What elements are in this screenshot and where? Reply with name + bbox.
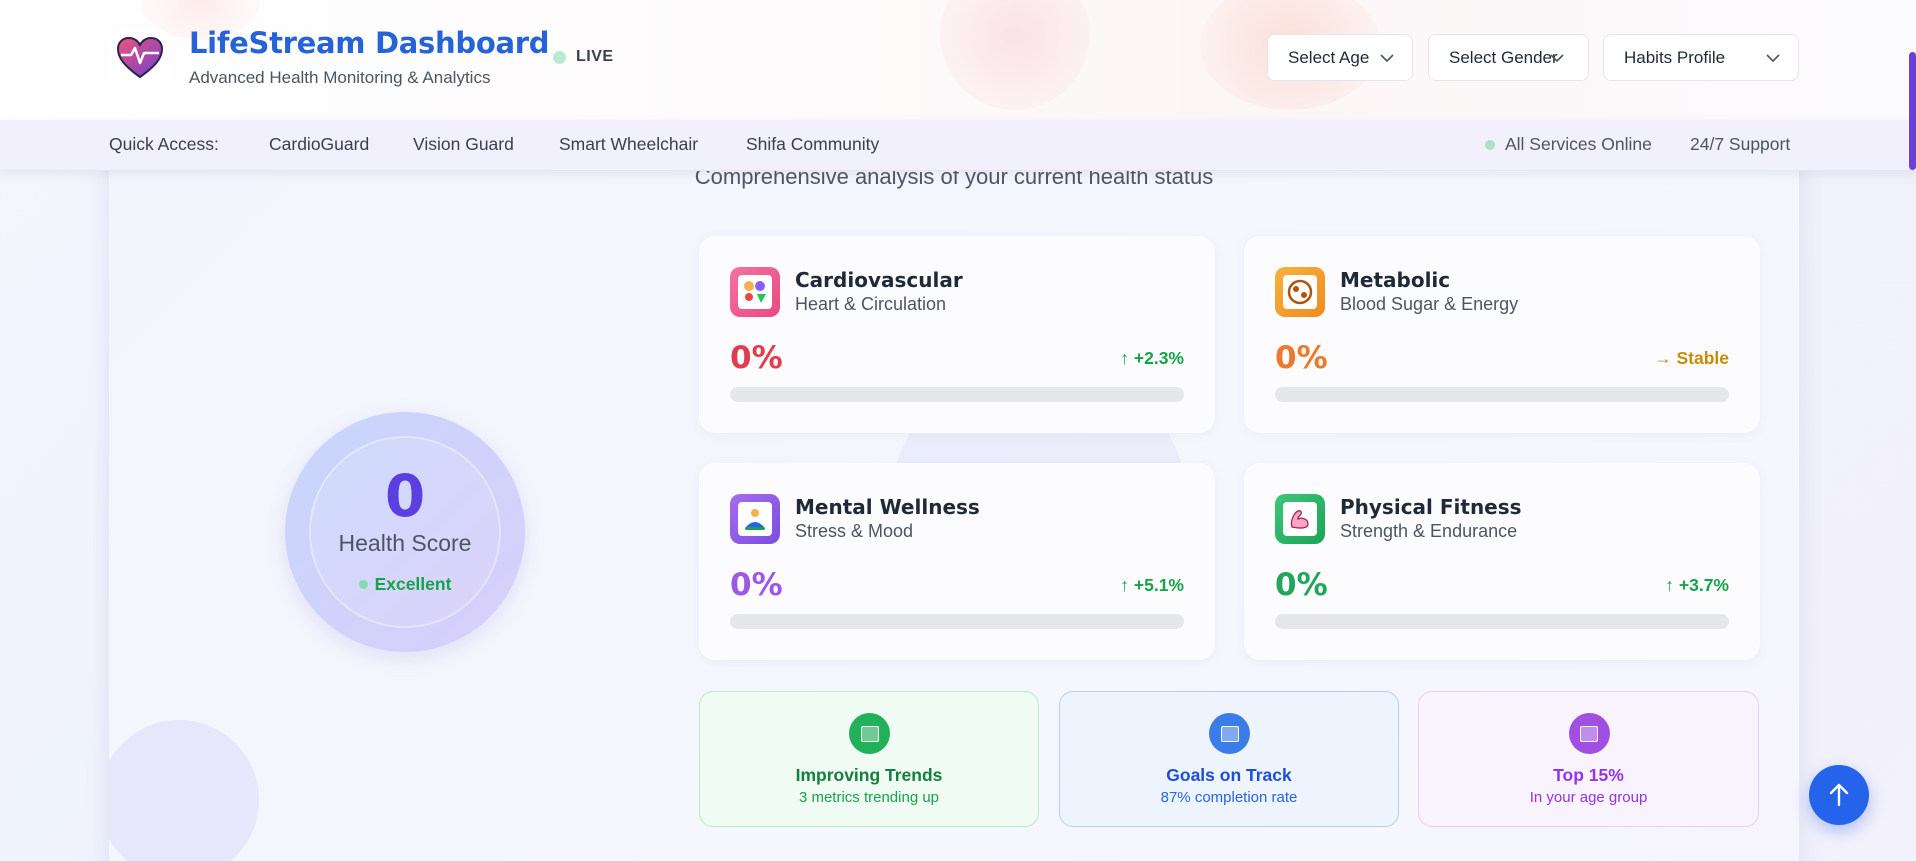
health-score-status: Excellent bbox=[285, 574, 525, 595]
quick-link-shifa-community[interactable]: Shifa Community bbox=[746, 134, 879, 155]
page-scrollbar[interactable] bbox=[1909, 0, 1916, 861]
summary-card-goals-on-track[interactable]: Goals on Track 87% completion rate bbox=[1059, 691, 1399, 827]
scrollbar-thumb[interactable] bbox=[1909, 52, 1916, 170]
metric-trend: → Stable bbox=[1654, 348, 1729, 368]
summary-title: Top 15% bbox=[1553, 765, 1624, 785]
live-indicator: LIVE bbox=[553, 48, 614, 66]
services-status-label: All Services Online bbox=[1505, 134, 1652, 154]
metric-percent: 0% bbox=[1275, 340, 1328, 376]
chevron-down-icon bbox=[1766, 50, 1780, 66]
quick-link-smart-wheelchair[interactable]: Smart Wheelchair bbox=[559, 134, 698, 155]
heart-logo-icon[interactable] bbox=[110, 30, 170, 86]
summary-subtitle: In your age group bbox=[1529, 789, 1648, 806]
metric-trend: ↑ +3.7% bbox=[1665, 575, 1729, 595]
metric-percent: 0% bbox=[730, 567, 783, 603]
background-decoration bbox=[109, 720, 259, 861]
metric-progress-bar bbox=[1275, 387, 1729, 402]
metabolism-icon bbox=[1275, 267, 1325, 317]
metric-percent: 0% bbox=[730, 340, 783, 376]
support-link[interactable]: 24/7 Support bbox=[1690, 134, 1790, 155]
status-dot-icon bbox=[358, 580, 368, 589]
quick-access-bar: Quick Access: CardioGuard Vision Guard S… bbox=[0, 120, 1916, 171]
metric-subtitle: Heart & Circulation bbox=[795, 294, 947, 314]
app-subtitle: Advanced Health Monitoring & Analytics bbox=[189, 68, 491, 87]
metric-card-mental-wellness[interactable]: Mental Wellness Stress & Mood 0% ↑ +5.1% bbox=[699, 463, 1215, 660]
arrow-up-icon bbox=[1829, 783, 1849, 807]
metric-progress-bar bbox=[730, 614, 1184, 629]
metric-percent: 0% bbox=[1275, 567, 1328, 603]
status-dot-icon bbox=[1485, 139, 1495, 150]
metric-card-cardiovascular[interactable]: Cardiovascular Heart & Circulation 0% ↑ … bbox=[699, 236, 1215, 433]
app-header: LifeStream Dashboard Advanced Health Mon… bbox=[0, 0, 1916, 120]
health-score-label: Health Score bbox=[338, 530, 472, 556]
muscle-icon bbox=[1275, 494, 1325, 544]
app-title: LifeStream Dashboard bbox=[189, 26, 550, 60]
summary-card-top-percentile[interactable]: Top 15% In your age group bbox=[1418, 691, 1759, 827]
metric-title: Cardiovascular bbox=[795, 268, 963, 292]
summary-title: Goals on Track bbox=[1166, 765, 1292, 785]
trend-up-icon bbox=[849, 713, 890, 754]
metric-progress-bar bbox=[1275, 614, 1729, 629]
metric-subtitle: Stress & Mood bbox=[795, 521, 914, 541]
chevron-down-icon bbox=[1380, 50, 1394, 66]
summary-card-improving-trends[interactable]: Improving Trends 3 metrics trending up bbox=[699, 691, 1039, 827]
health-score-status-label: Excellent bbox=[374, 574, 452, 594]
health-score-value: 0 bbox=[384, 462, 426, 530]
quick-link-cardioguard[interactable]: CardioGuard bbox=[269, 134, 369, 155]
quick-access-label: Quick Access: bbox=[109, 134, 219, 154]
habits-profile-select[interactable]: Habits Profile bbox=[1603, 34, 1799, 81]
metric-subtitle: Blood Sugar & Energy bbox=[1340, 294, 1519, 314]
summary-title: Improving Trends bbox=[795, 765, 943, 785]
live-label: LIVE bbox=[576, 48, 614, 65]
services-status: All Services Online bbox=[1485, 134, 1652, 155]
age-select[interactable]: Select Age bbox=[1267, 34, 1413, 81]
health-score-circle: 0 Health Score Excellent bbox=[285, 412, 525, 652]
trophy-icon bbox=[1568, 713, 1610, 754]
metric-card-physical-fitness[interactable]: Physical Fitness Strength & Endurance 0%… bbox=[1244, 463, 1760, 660]
habits-select-value: Habits Profile bbox=[1624, 47, 1726, 67]
live-dot-icon bbox=[553, 50, 566, 64]
summary-subtitle: 87% completion rate bbox=[1160, 789, 1298, 806]
quick-link-vision-guard[interactable]: Vision Guard bbox=[413, 134, 514, 155]
heart-icon bbox=[730, 267, 780, 317]
metric-trend: ↑ +5.1% bbox=[1120, 575, 1184, 595]
health-overview-card: Comprehensive analysis of your current h… bbox=[109, 140, 1799, 861]
gender-select[interactable]: Select Gender bbox=[1428, 34, 1589, 81]
metric-trend: ↑ +2.3% bbox=[1120, 348, 1184, 368]
summary-subtitle: 3 metrics trending up bbox=[798, 789, 940, 806]
back-to-top-button[interactable] bbox=[1809, 765, 1869, 825]
metric-subtitle: Strength & Endurance bbox=[1340, 521, 1518, 541]
header-decoration bbox=[940, 0, 1090, 110]
meditation-icon bbox=[730, 494, 780, 544]
metric-card-metabolic[interactable]: Metabolic Blood Sugar & Energy 0% → Stab… bbox=[1244, 236, 1760, 433]
age-select-value: Select Age bbox=[1288, 47, 1370, 67]
metric-title: Metabolic bbox=[1340, 268, 1451, 292]
metric-title: Mental Wellness bbox=[795, 495, 980, 519]
gender-select-value: Select Gender bbox=[1449, 47, 1558, 67]
chevron-down-icon bbox=[1550, 50, 1564, 66]
metric-title: Physical Fitness bbox=[1340, 495, 1522, 519]
target-icon bbox=[1209, 713, 1250, 754]
metric-progress-bar bbox=[730, 387, 1184, 402]
